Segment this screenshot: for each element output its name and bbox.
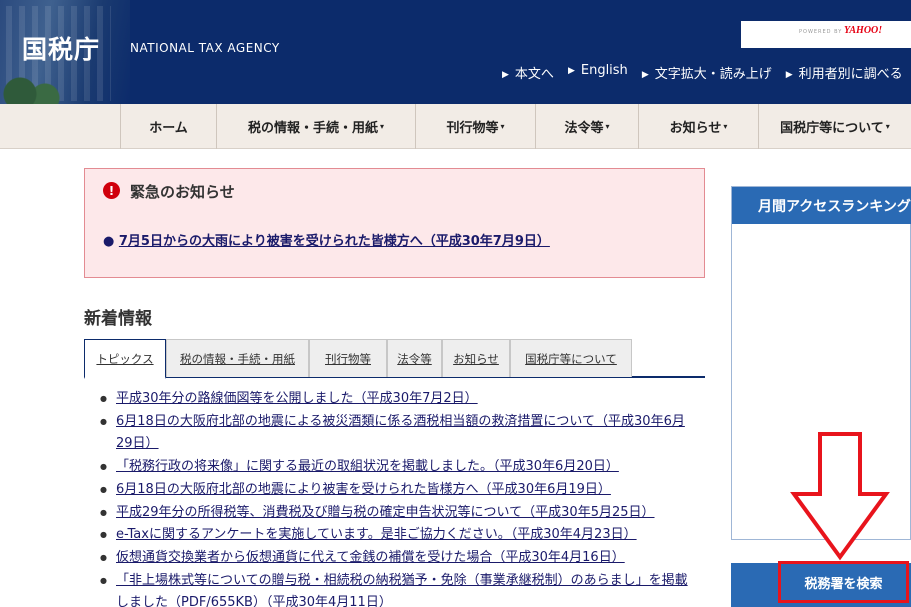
util-link-skip[interactable]: ▶ 本文へ	[502, 63, 554, 82]
nav-tax-info[interactable]: 税の情報・手続・用紙 ▾	[216, 104, 415, 149]
news-link[interactable]: 平成29年分の所得税等、消費税及び贈与税の確定申告状況等について（平成30年5月…	[116, 505, 655, 520]
tab-publications[interactable]: 刊行物等	[309, 339, 387, 377]
news-link[interactable]: 平成30年分の路線価図等を公開しました（平成30年7月2日）	[116, 391, 478, 406]
list-item: 平成30年分の路線価図等を公開しました（平成30年7月2日）	[100, 388, 700, 411]
list-item: 「非上場株式等についての贈与税・相続税の納税猶予・免除（事業承継税制）のあらまし…	[100, 570, 700, 607]
tab-topics[interactable]: トピックス	[84, 339, 166, 379]
utility-links: ▶ 本文へ ▶ English ▶ 文字拡大・読み上げ ▶ 利用者別に調べる	[502, 63, 903, 82]
search-powered-label: POWERED BY	[799, 29, 843, 35]
emergency-notice: ! 緊急のお知らせ ● 7月5日からの大雨により被害を受けられた皆様方へ（平成3…	[84, 168, 705, 278]
news-link[interactable]: 6月18日の大阪府北部の地震により被害を受けられた皆様方へ（平成30年6月19日…	[116, 482, 611, 497]
news-tabs: トピックス 税の情報・手続・用紙 刊行物等 法令等 お知らせ 国税庁等について	[84, 339, 705, 379]
news-heading: 新着情報	[84, 309, 152, 329]
list-item: 平成29年分の所得税等、消費税及び贈与税の確定申告状況等について（平成30年5月…	[100, 502, 700, 525]
nav-publications[interactable]: 刊行物等 ▾	[415, 104, 535, 149]
news-link[interactable]: 仮想通貨交換業者から仮想通貨に代えて金銭の補償を受けた場合（平成30年4月16日…	[116, 550, 625, 565]
yahoo-logo: YAHOO!	[844, 25, 883, 36]
news-link[interactable]: 6月18日の大阪府北部の地震による被災酒類に係る酒税相当額の救済措置について（平…	[116, 414, 685, 452]
list-item: 「税務行政の将来像」に関する最近の取組状況を掲載しました。（平成30年6月20日…	[100, 456, 700, 479]
list-item: 6月18日の大阪府北部の地震による被災酒類に係る酒税相当額の救済措置について（平…	[100, 411, 700, 456]
tab-notices[interactable]: お知らせ	[442, 339, 510, 377]
util-link-english[interactable]: ▶ English	[568, 63, 628, 82]
list-item: e-Taxに関するアンケートを実施しています。是非ご協力ください。（平成30年4…	[100, 524, 700, 547]
triangle-right-icon: ▶	[641, 70, 649, 80]
emergency-link[interactable]: 7月5日からの大雨により被害を受けられた皆様方へ（平成30年7月9日）	[119, 234, 550, 249]
nav-laws[interactable]: 法令等 ▾	[535, 104, 638, 149]
util-link-accessibility[interactable]: ▶ 文字拡大・読み上げ	[642, 63, 772, 82]
chevron-down-icon: ▾	[605, 122, 610, 131]
emergency-link-item: ● 7月5日からの大雨により被害を受けられた皆様方へ（平成30年7月9日）	[103, 234, 550, 249]
site-header: 国税庁 NATIONAL TAX AGENCY POWERED BY YAHOO…	[0, 0, 911, 104]
chevron-down-icon: ▾	[500, 122, 505, 131]
list-item: 6月18日の大阪府北部の地震により被害を受けられた皆様方へ（平成30年6月19日…	[100, 479, 700, 502]
ranking-title: 月間アクセスランキング	[732, 187, 911, 224]
list-item: 仮想通貨交換業者から仮想通貨に代えて金銭の補償を受けた場合（平成30年4月16日…	[100, 547, 700, 570]
news-link[interactable]: 「非上場株式等についての贈与税・相続税の納税猶予・免除（事業承継税制）のあらまし…	[116, 573, 688, 607]
site-search-input[interactable]: POWERED BY YAHOO!	[741, 21, 911, 48]
tab-tax-info[interactable]: 税の情報・手続・用紙	[166, 339, 309, 377]
triangle-right-icon: ▶	[785, 70, 793, 80]
chevron-down-icon: ▾	[380, 122, 385, 131]
util-link-by-user[interactable]: ▶ 利用者別に調べる	[786, 63, 903, 82]
tab-laws[interactable]: 法令等	[387, 339, 442, 377]
nav-home[interactable]: ホーム	[120, 104, 216, 149]
triangle-right-icon: ▶	[502, 70, 509, 80]
site-logo-english: NATIONAL TAX AGENCY	[130, 41, 280, 55]
news-link[interactable]: e-Taxに関するアンケートを実施しています。是非ご協力ください。（平成30年4…	[116, 527, 637, 542]
news-link[interactable]: 「税務行政の将来像」に関する最近の取組状況を掲載しました。（平成30年6月20日…	[116, 459, 619, 474]
site-logo[interactable]: 国税庁	[22, 30, 100, 66]
office-search-button[interactable]: 税務署を検索	[778, 561, 909, 603]
triangle-right-icon: ▶	[567, 66, 575, 76]
nav-notices[interactable]: お知らせ ▾	[638, 104, 758, 149]
chevron-down-icon: ▾	[723, 122, 728, 131]
news-list: 平成30年分の路線価図等を公開しました（平成30年7月2日） 6月18日の大阪府…	[100, 388, 700, 607]
emergency-title: 緊急のお知らせ	[130, 183, 235, 201]
global-nav: ホーム 税の情報・手続・用紙 ▾ 刊行物等 ▾ 法令等 ▾ お知らせ ▾ 国税庁等につい…	[0, 104, 911, 149]
annotation-arrow-icon	[790, 432, 890, 561]
tab-about[interactable]: 国税庁等について	[510, 339, 632, 377]
chevron-down-icon: ▾	[885, 122, 890, 131]
nav-about[interactable]: 国税庁等について ▾	[758, 104, 911, 149]
alert-icon: !	[103, 182, 120, 199]
